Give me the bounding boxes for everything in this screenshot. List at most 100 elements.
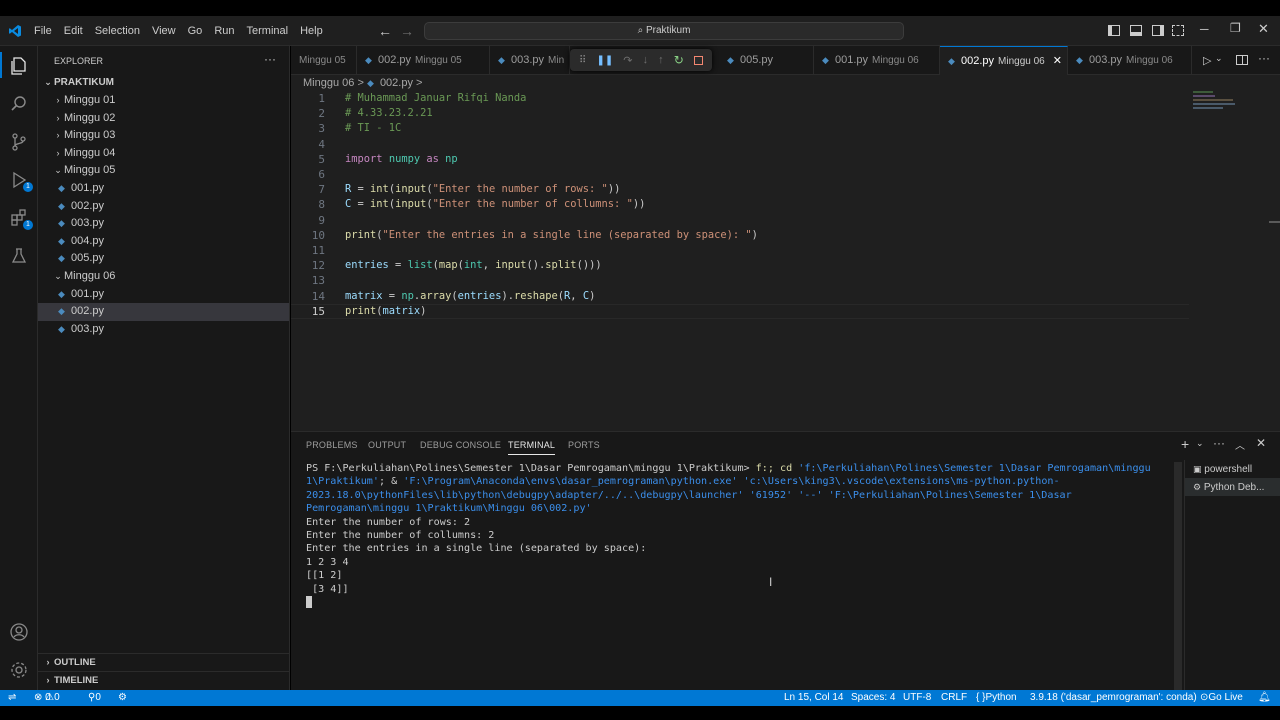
toggle-secondary-sidebar-icon[interactable] <box>1152 25 1164 36</box>
restore-icon[interactable]: ❐ <box>1230 21 1241 35</box>
python-file-icon: ◆ <box>1076 55 1083 65</box>
cursor-position[interactable]: Ln 15, Col 14 <box>784 690 844 706</box>
ports-status[interactable]: ⚲ 0 <box>88 690 101 706</box>
file-row[interactable]: ◆ 003.py <box>38 215 289 233</box>
tab-005[interactable]: ◆ 005.py <box>719 46 814 75</box>
chevron-down-icon[interactable]: ⌄ <box>1215 53 1223 64</box>
extensions-icon[interactable]: 1 <box>7 206 33 230</box>
terminal-scrollbar[interactable] <box>1174 462 1182 690</box>
command-center-search[interactable]: ⌕ Praktikum <box>424 22 904 40</box>
close-window-icon[interactable]: ✕ <box>1258 21 1269 37</box>
restart-icon[interactable]: ↻ <box>674 53 684 67</box>
file-row-selected[interactable]: ◆ 002.py <box>38 303 289 321</box>
stop-icon[interactable] <box>693 55 703 65</box>
settings-gear-icon[interactable] <box>7 658 31 682</box>
menu-edit[interactable]: Edit <box>58 16 89 46</box>
breadcrumb-folder[interactable]: Minggu 06 <box>303 77 354 89</box>
problems-status[interactable]: ⊗ 0 ⚠ 0 <box>34 690 60 706</box>
maximize-panel-icon[interactable]: ︿ <box>1235 437 1245 452</box>
folder-minggu-06[interactable]: ⌄ Minggu 06 <box>38 268 289 286</box>
menu-run[interactable]: Run <box>208 16 240 46</box>
back-arrow-icon[interactable]: ← <box>378 23 392 39</box>
timeline-section[interactable]: › TIMELINE <box>38 671 289 689</box>
minimap[interactable] <box>1191 91 1251 113</box>
python-interpreter[interactable]: 3.9.18 ('dasar_pemrograman': conda) <box>1030 690 1197 706</box>
command-center-label: Praktikum <box>645 25 691 36</box>
close-panel-icon[interactable]: ✕ <box>1256 436 1266 450</box>
run-debug-icon[interactable]: 1 <box>7 168 33 192</box>
explorer-files-icon[interactable] <box>7 54 31 78</box>
python-file-icon: ◆ <box>727 55 734 65</box>
remote-icon[interactable]: ⇌ <box>8 690 16 706</box>
testing-flask-icon[interactable] <box>7 244 31 268</box>
toggle-sidebar-icon[interactable] <box>1108 25 1120 36</box>
indentation[interactable]: Spaces: 4 <box>851 690 895 706</box>
menu-selection[interactable]: Selection <box>89 16 146 46</box>
terminal-item-powershell[interactable]: ▣ powershell <box>1185 460 1280 478</box>
tab-output[interactable]: OUTPUT <box>368 440 406 450</box>
step-out-icon[interactable]: ↑ <box>658 54 664 66</box>
file-row[interactable]: ◆ 004.py <box>38 233 289 251</box>
customize-layout-icon[interactable] <box>1172 25 1184 36</box>
code-editor[interactable]: Minggu 06 > ◆ 002.py > 1 2 3 4 5 6 7 8 9 … <box>291 75 1280 431</box>
file-row[interactable]: ◆ 001.py <box>38 286 289 304</box>
file-row[interactable]: ◆ 003.py <box>38 321 289 339</box>
tab-debug-console[interactable]: DEBUG CONSOLE <box>420 440 501 450</box>
folder-minggu-03[interactable]: › Minggu 03 <box>38 127 289 145</box>
breadcrumb-file[interactable]: 002.py <box>380 77 413 89</box>
menu-view[interactable]: View <box>146 16 182 46</box>
minimize-icon[interactable]: ─ <box>1200 22 1209 36</box>
file-row[interactable]: ◆ 002.py <box>38 198 289 216</box>
tab-minggu05[interactable]: Minggu 05 <box>291 46 357 75</box>
file-row[interactable]: ◆ 005.py <box>38 250 289 268</box>
close-tab-icon[interactable]: ✕ <box>1053 55 1062 67</box>
step-over-icon[interactable]: ↷ <box>623 54 632 67</box>
step-into-icon[interactable]: ↓ <box>643 54 649 66</box>
menu-go[interactable]: Go <box>182 16 209 46</box>
tab-ports[interactable]: PORTS <box>568 440 600 450</box>
tab-003-minggu05[interactable]: ◆ 003.py Min <box>490 46 570 75</box>
pause-icon[interactable]: ❚❚ <box>596 55 613 66</box>
encoding[interactable]: UTF-8 <box>903 690 931 706</box>
language-mode[interactable]: { } Python <box>976 690 1017 706</box>
source-control-icon[interactable] <box>7 130 31 154</box>
file-row[interactable]: ◆ 001.py <box>38 180 289 198</box>
run-file-icon[interactable]: ▷ <box>1203 54 1211 67</box>
folder-minggu-05[interactable]: ⌄ Minggu 05 <box>38 162 289 180</box>
split-editor-icon[interactable] <box>1236 55 1248 65</box>
debug-status-icon[interactable]: ⚙ <box>118 690 127 706</box>
drag-handle-icon[interactable]: ⠿ <box>579 55 586 66</box>
menu-help[interactable]: Help <box>294 16 329 46</box>
notifications-bell-icon[interactable]: 🔔︎ <box>1258 690 1271 706</box>
new-terminal-icon[interactable]: + <box>1181 436 1189 452</box>
scrollbar-marker[interactable] <box>1269 221 1280 223</box>
menu-terminal[interactable]: Terminal <box>241 16 295 46</box>
tab-002-minggu05[interactable]: ◆ 002.py Minggu 05 <box>357 46 490 75</box>
chevron-down-icon[interactable]: ⌄ <box>1196 438 1204 449</box>
forward-arrow-icon[interactable]: → <box>400 23 414 39</box>
tab-001-minggu06[interactable]: ◆ 001.py Minggu 06 <box>814 46 940 75</box>
search-activity-icon[interactable] <box>7 92 31 116</box>
account-icon[interactable] <box>7 620 31 644</box>
toggle-panel-icon[interactable] <box>1130 25 1142 36</box>
go-live[interactable]: ⊙ Go Live <box>1200 690 1243 706</box>
tab-002-minggu06[interactable]: ◆ 002.py Minggu 06 ✕ <box>940 46 1068 75</box>
menu-file[interactable]: File <box>28 16 58 46</box>
terminal-output[interactable]: PS F:\Perkuliahan\Polines\Semester 1\Das… <box>306 462 1168 609</box>
terminal-item-python-debug[interactable]: ⚙ Python Deb... <box>1185 478 1280 496</box>
folder-minggu-01[interactable]: › Minggu 01 <box>38 92 289 110</box>
more-actions-icon[interactable]: ··· <box>264 52 276 66</box>
folder-minggu-02[interactable]: › Minggu 02 <box>38 110 289 128</box>
more-actions-icon[interactable]: ··· <box>1213 436 1225 450</box>
debug-icon: ⚙ <box>1193 482 1202 492</box>
more-actions-icon[interactable]: ··· <box>1258 51 1270 65</box>
outline-section[interactable]: › OUTLINE <box>38 653 289 671</box>
folder-minggu-04[interactable]: › Minggu 04 <box>38 145 289 163</box>
terminal-line: Enter the number of rows: 2 <box>306 516 471 528</box>
tab-terminal[interactable]: TERMINAL <box>508 440 556 455</box>
line-ending[interactable]: CRLF <box>941 690 967 706</box>
tab-problems[interactable]: PROBLEMS <box>306 440 358 450</box>
status-bar: ⇌ ⊗ 0 ⚠ 0 ⚲ 0 ⚙ Ln 15, Col 14 Spaces: 4 … <box>0 690 1280 706</box>
tab-003-minggu06[interactable]: ◆ 003.py Minggu 06 <box>1068 46 1192 75</box>
workspace-root[interactable]: ⌄ PRAKTIKUM <box>38 74 289 92</box>
